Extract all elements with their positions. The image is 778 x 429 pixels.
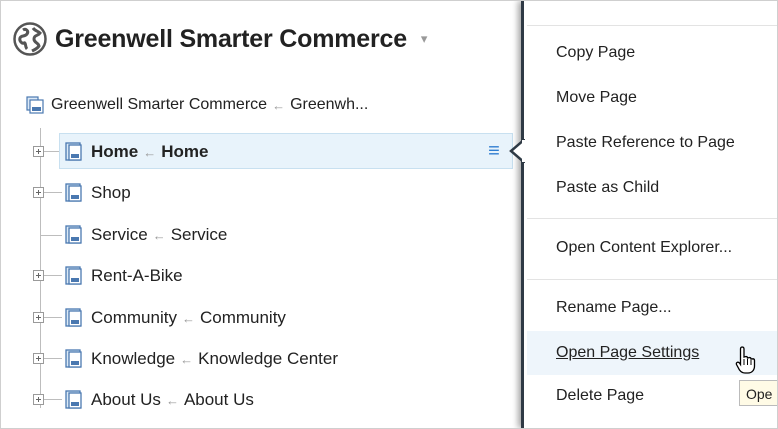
node-name: Service: [91, 225, 148, 244]
node-name: Shop: [91, 183, 131, 202]
page-icon: [65, 225, 82, 244]
node-name: About Us: [91, 390, 161, 409]
node-name: Knowledge: [91, 349, 176, 368]
node-target: Service: [170, 225, 228, 244]
menu-item-copy-page[interactable]: Copy Page: [556, 44, 635, 62]
page-icon: [65, 308, 82, 327]
menu-item-move-page[interactable]: Move Page: [556, 89, 637, 107]
link-arrow-icon: ←: [181, 311, 195, 326]
tree-connector: [41, 235, 62, 236]
site-title[interactable]: Greenwell Smarter Commerce: [55, 25, 407, 54]
site-selector[interactable]: Greenwell Smarter Commerce ▾: [13, 19, 427, 59]
link-arrow-icon: ←: [272, 97, 286, 113]
tree-connector: [44, 275, 62, 276]
node-target: About Us: [183, 390, 254, 409]
expand-icon[interactable]: [33, 394, 44, 405]
tree-connector: [44, 317, 62, 318]
node-name: Community: [91, 308, 177, 327]
link-arrow-icon: ←: [152, 228, 166, 243]
cms-window: Greenwell Smarter Commerce ▾ Greenwell S…: [0, 0, 778, 429]
expand-icon[interactable]: [33, 146, 44, 157]
expand-icon[interactable]: [33, 353, 44, 364]
tree-connector: [44, 192, 62, 193]
node-target: Community: [199, 308, 286, 327]
menu-item-paste-as-child[interactable]: Paste as Child: [556, 179, 659, 197]
expand-icon[interactable]: [33, 187, 44, 198]
tooltip: Ope: [739, 380, 777, 406]
menu-divider: [527, 218, 777, 219]
menu-item-paste-reference[interactable]: Paste Reference to Page: [556, 134, 735, 152]
site-root-icon: [26, 96, 44, 114]
tree-connector: [44, 399, 62, 400]
tree-node-service[interactable]: Service ← Service: [91, 225, 227, 245]
menu-item-open-content-explorer[interactable]: Open Content Explorer...: [556, 239, 732, 257]
link-arrow-icon: ←: [165, 393, 179, 408]
hand-cursor-icon: [735, 346, 756, 374]
menu-divider: [527, 279, 777, 280]
page-icon: [65, 349, 82, 368]
menu-trigger-icon[interactable]: ≡: [480, 139, 508, 163]
node-target: Knowledge Center: [198, 349, 338, 368]
page-icon: [65, 390, 82, 409]
menu-item-rename-page[interactable]: Rename Page...: [556, 299, 672, 317]
node-target: Home: [161, 142, 209, 161]
tree-connector: [44, 358, 62, 359]
globe-icon: [13, 22, 47, 56]
page-icon: [65, 142, 82, 161]
menu-pointer: [509, 139, 525, 163]
tree-node-rent-a-bike[interactable]: Rent-A-Bike: [91, 266, 183, 286]
page-icon: [65, 266, 82, 285]
chevron-down-icon[interactable]: ▾: [421, 31, 428, 47]
node-name: Rent-A-Bike: [91, 266, 183, 285]
tree-node-knowledge[interactable]: Knowledge ← Knowledge Center: [91, 349, 338, 369]
page-tree-panel: Greenwell Smarter Commerce ▾ Greenwell S…: [1, 1, 521, 428]
tree-root-target: Greenwh...: [290, 96, 369, 113]
expand-icon[interactable]: [33, 270, 44, 281]
tree-root-label: Greenwell Smarter Commerce: [51, 96, 268, 113]
tree-node-about-us[interactable]: About Us ← About Us: [91, 390, 254, 410]
node-name: Home: [91, 142, 139, 161]
tree-node-community[interactable]: Community ← Community: [91, 308, 286, 328]
tree-node-label: Home ← Home: [91, 142, 208, 162]
menu-item-delete-page[interactable]: Delete Page: [556, 387, 644, 405]
tree-root[interactable]: Greenwell Smarter Commerce ← Greenwh...: [25, 95, 368, 115]
link-arrow-icon: ←: [180, 352, 194, 367]
menu-item-open-page-settings[interactable]: Open Page Settings: [556, 344, 699, 362]
tree-node-shop[interactable]: Shop: [91, 183, 131, 203]
link-arrow-icon: ←: [143, 145, 157, 160]
expand-icon[interactable]: [33, 312, 44, 323]
tree-guide-line: [40, 128, 41, 408]
menu-divider: [527, 25, 777, 26]
page-icon: [65, 183, 82, 202]
